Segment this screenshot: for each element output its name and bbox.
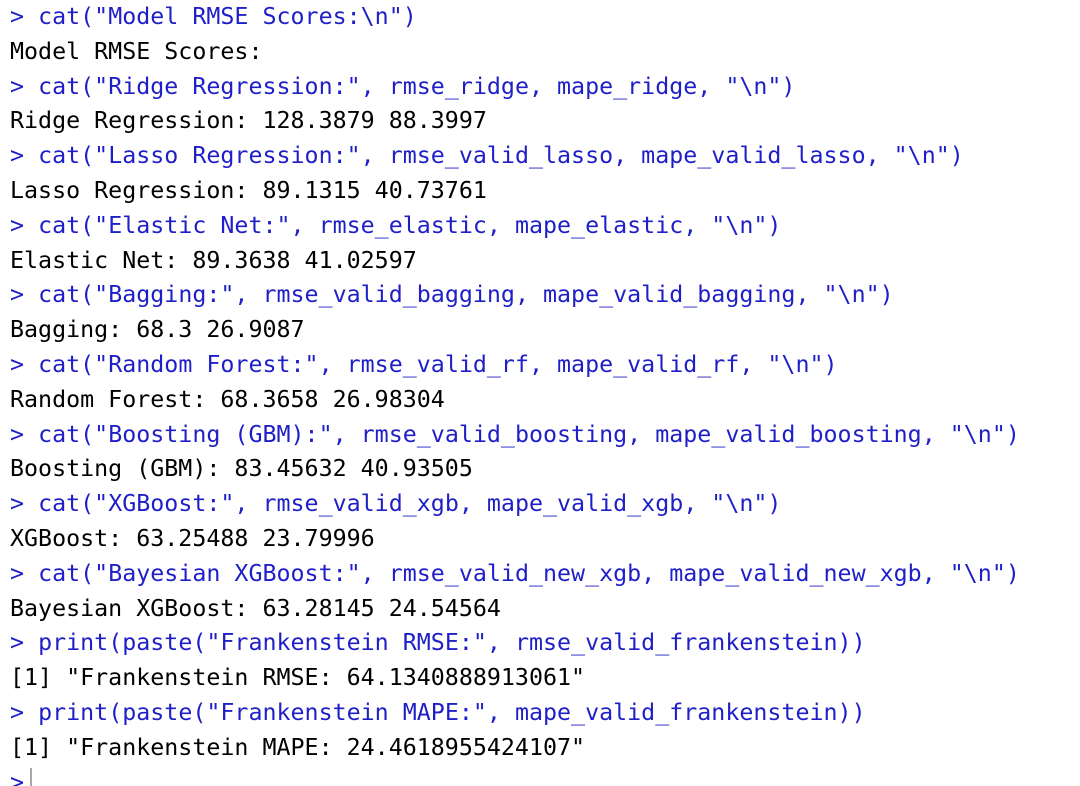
command-text: print(paste("Frankenstein MAPE:", mape_v… <box>38 698 866 726</box>
text-cursor <box>30 767 33 786</box>
console-line: > cat("Bayesian XGBoost:", rmse_valid_ne… <box>10 557 1076 592</box>
console-line: > cat("Random Forest:", rmse_valid_rf, m… <box>10 348 1076 383</box>
console-line: > cat("Model RMSE Scores:\n") <box>10 0 1076 35</box>
console-line: > print(paste("Frankenstein MAPE:", mape… <box>10 696 1076 731</box>
output-line: Lasso Regression: 89.1315 40.73761 <box>10 176 487 204</box>
console-input-line[interactable]: > <box>10 766 1076 786</box>
prompt-symbol: > <box>10 490 25 518</box>
command-text: cat("Bagging:", rmse_valid_bagging, mape… <box>38 281 894 309</box>
prompt-symbol: > <box>10 72 25 100</box>
prompt-symbol: > <box>10 281 25 309</box>
command-text: print(paste("Frankenstein RMSE:", rmse_v… <box>38 629 866 657</box>
prompt-symbol: > <box>10 420 25 448</box>
prompt-symbol: > <box>10 559 25 587</box>
output-line: Random Forest: 68.3658 26.98304 <box>10 385 445 413</box>
output-line: Bayesian XGBoost: 63.28145 24.54564 <box>10 594 501 622</box>
output-line: Bagging: 68.3 26.9087 <box>10 316 305 344</box>
output-line: XGBoost: 63.25488 23.79996 <box>10 524 375 552</box>
console-line: > cat("Ridge Regression:", rmse_ridge, m… <box>10 70 1076 105</box>
r-console[interactable]: > cat("Model RMSE Scores:\n") Model RMSE… <box>10 0 1076 786</box>
output-line: Boosting (GBM): 83.45632 40.93505 <box>10 455 473 483</box>
output-line: Ridge Regression: 128.3879 88.3997 <box>10 107 487 135</box>
output-line: [1] "Frankenstein MAPE: 24.4618955424107… <box>10 733 586 761</box>
command-text: cat("Bayesian XGBoost:", rmse_valid_new_… <box>38 559 1020 587</box>
console-line: > print(paste("Frankenstein RMSE:", rmse… <box>10 626 1076 661</box>
prompt-symbol: > <box>10 768 25 786</box>
console-line: > cat("Lasso Regression:", rmse_valid_la… <box>10 139 1076 174</box>
prompt-symbol: > <box>10 698 25 726</box>
console-line: > cat("Bagging:", rmse_valid_bagging, ma… <box>10 278 1076 313</box>
command-text: cat("XGBoost:", rmse_valid_xgb, mape_val… <box>38 490 782 518</box>
output-line: Model RMSE Scores: <box>10 37 263 65</box>
command-text: cat("Model RMSE Scores:\n") <box>38 3 417 30</box>
command-text: cat("Lasso Regression:", rmse_valid_lass… <box>38 142 964 170</box>
console-line: > cat("Elastic Net:", rmse_elastic, mape… <box>10 209 1076 244</box>
command-text: cat("Random Forest:", rmse_valid_rf, map… <box>38 350 838 378</box>
command-text: cat("Ridge Regression:", rmse_ridge, map… <box>38 72 796 100</box>
output-line: Elastic Net: 89.3638 41.02597 <box>10 246 417 274</box>
command-text: cat("Boosting (GBM):", rmse_valid_boosti… <box>38 420 1020 448</box>
command-text: cat("Elastic Net:", rmse_elastic, mape_e… <box>38 211 782 239</box>
prompt-symbol: > <box>10 142 25 170</box>
prompt-symbol: > <box>10 629 25 657</box>
prompt-symbol: > <box>10 211 25 239</box>
console-line: > cat("XGBoost:", rmse_valid_xgb, mape_v… <box>10 487 1076 522</box>
output-line: [1] "Frankenstein RMSE: 64.1340888913061… <box>10 664 586 692</box>
console-line: > cat("Boosting (GBM):", rmse_valid_boos… <box>10 418 1076 453</box>
prompt-symbol: > <box>10 350 25 378</box>
prompt-symbol: > <box>10 3 25 30</box>
